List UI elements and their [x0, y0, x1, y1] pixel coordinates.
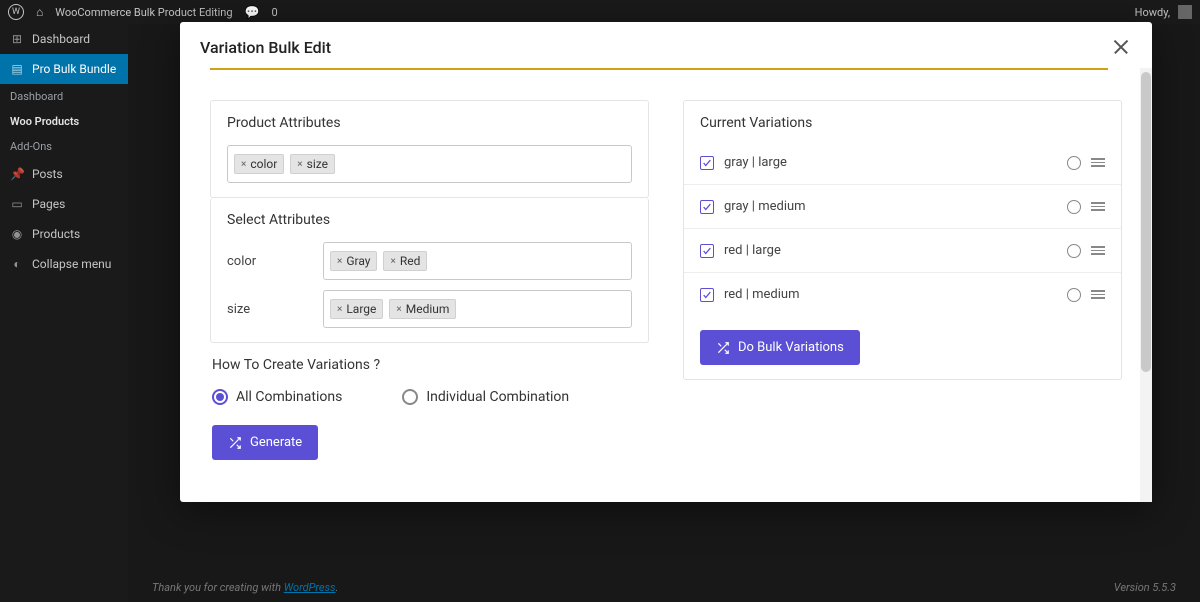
remove-tag-icon[interactable]: ×: [396, 304, 401, 315]
generate-label: Generate: [250, 435, 302, 450]
sidebar-sub-woo-products[interactable]: Woo Products: [0, 109, 128, 134]
divider: [210, 68, 1108, 70]
variation-row: red | large: [684, 228, 1121, 272]
sidebar-item-label: Products: [32, 227, 80, 241]
sidebar-item-pro-bulk-bundle[interactable]: ▤ Pro Bulk Bundle: [0, 54, 128, 84]
comment-count: 0: [271, 6, 277, 19]
variation-checkbox[interactable]: [700, 200, 714, 214]
sidebar-sub-addons[interactable]: Add-Ons: [0, 134, 128, 159]
drag-handle-icon[interactable]: [1091, 246, 1105, 255]
sidebar-item-posts[interactable]: 📌 Posts: [0, 159, 128, 189]
select-attributes-heading: Select Attributes: [227, 212, 632, 228]
sidebar-item-label: Posts: [32, 167, 63, 181]
variation-checkbox[interactable]: [700, 288, 714, 302]
attribute-label: size: [227, 302, 307, 317]
radio-icon: [212, 389, 228, 405]
remove-tag-icon[interactable]: ×: [337, 256, 342, 267]
version-label: Version 5.5.3: [1114, 581, 1176, 594]
shuffle-icon: [716, 341, 730, 355]
shuffle-icon: [228, 436, 242, 450]
variation-checkbox[interactable]: [700, 244, 714, 258]
attribute-row: color ×Gray ×Red: [227, 242, 632, 280]
drag-handle-icon[interactable]: [1091, 290, 1105, 299]
page-icon: ▭: [10, 197, 24, 211]
variation-radio[interactable]: [1067, 244, 1081, 258]
wordpress-link[interactable]: WordPress: [284, 581, 336, 594]
sidebar-item-pages[interactable]: ▭ Pages: [0, 189, 128, 219]
sidebar-item-collapse[interactable]: ◐ Collapse menu: [0, 249, 128, 279]
products-icon: ◉: [10, 227, 24, 241]
sidebar-item-products[interactable]: ◉ Products: [0, 219, 128, 249]
wordpress-logo-icon[interactable]: W: [8, 4, 24, 20]
variation-radio[interactable]: [1067, 288, 1081, 302]
footer-prefix: Thank you for creating with: [152, 581, 284, 594]
attribute-values-input[interactable]: ×Large ×Medium: [323, 290, 632, 328]
value-tag[interactable]: ×Medium: [389, 299, 456, 319]
admin-sidebar: ⊞ Dashboard ▤ Pro Bulk Bundle Dashboard …: [0, 24, 128, 602]
sidebar-item-dashboard[interactable]: ⊞ Dashboard: [0, 24, 128, 54]
comment-icon[interactable]: 💬: [245, 5, 260, 19]
do-bulk-variations-button[interactable]: Do Bulk Variations: [700, 330, 860, 365]
sidebar-sub-dashboard[interactable]: Dashboard: [0, 84, 128, 109]
remove-tag-icon[interactable]: ×: [297, 159, 302, 170]
sidebar-item-label: Dashboard: [32, 32, 90, 46]
value-tag[interactable]: ×Gray: [330, 251, 377, 271]
attribute-row: size ×Large ×Medium: [227, 290, 632, 328]
site-title[interactable]: WooCommerce Bulk Product Editing: [55, 6, 232, 19]
footer-suffix: .: [336, 581, 339, 594]
remove-tag-icon[interactable]: ×: [390, 256, 395, 267]
scrollbar-track[interactable]: [1140, 68, 1152, 502]
modal-title: Variation Bulk Edit: [200, 38, 331, 57]
creation-mode-radio[interactable]: Individual Combination: [402, 389, 569, 405]
radio-label: Individual Combination: [426, 389, 569, 405]
howdy-label[interactable]: Howdy,: [1135, 6, 1170, 19]
variation-label: gray | medium: [724, 199, 1057, 214]
current-variations-heading: Current Variations: [700, 115, 1105, 131]
variation-label: gray | large: [724, 155, 1057, 170]
radio-icon: [402, 389, 418, 405]
attribute-label: color: [227, 254, 307, 269]
admin-bar: W ⌂ WooCommerce Bulk Product Editing 💬 0…: [0, 0, 1200, 24]
remove-tag-icon[interactable]: ×: [337, 304, 342, 315]
close-button[interactable]: [1110, 36, 1132, 58]
radio-label: All Combinations: [236, 389, 342, 405]
generate-button[interactable]: Generate: [212, 425, 318, 460]
variation-row: red | medium: [684, 272, 1121, 316]
remove-tag-icon[interactable]: ×: [241, 159, 246, 170]
sidebar-item-label: Collapse menu: [32, 257, 111, 271]
bundle-icon: ▤: [10, 62, 24, 76]
product-attributes-heading: Product Attributes: [227, 115, 632, 131]
how-to-create-heading: How To Create Variations ?: [212, 357, 647, 373]
pin-icon: 📌: [10, 167, 24, 181]
creation-mode-radio[interactable]: All Combinations: [212, 389, 342, 405]
attribute-tag[interactable]: ×color: [234, 154, 284, 174]
collapse-icon: ◐: [10, 257, 24, 271]
value-tag[interactable]: ×Red: [383, 251, 427, 271]
dashboard-icon: ⊞: [10, 32, 24, 46]
drag-handle-icon[interactable]: [1091, 202, 1105, 211]
variation-bulk-edit-modal: Variation Bulk Edit Product Attributes ×…: [180, 22, 1152, 502]
value-tag[interactable]: ×Large: [330, 299, 383, 319]
product-attributes-input[interactable]: ×color ×size: [227, 145, 632, 183]
sidebar-item-label: Pro Bulk Bundle: [32, 62, 116, 76]
variation-radio[interactable]: [1067, 200, 1081, 214]
avatar[interactable]: [1178, 5, 1192, 19]
variation-radio[interactable]: [1067, 156, 1081, 170]
drag-handle-icon[interactable]: [1091, 158, 1105, 167]
scrollbar-thumb[interactable]: [1141, 72, 1151, 372]
variation-label: red | large: [724, 243, 1057, 258]
variation-label: red | medium: [724, 287, 1057, 302]
attribute-values-input[interactable]: ×Gray ×Red: [323, 242, 632, 280]
variation-row: gray | large: [684, 141, 1121, 184]
sidebar-item-label: Pages: [32, 197, 65, 211]
do-bulk-label: Do Bulk Variations: [738, 340, 844, 355]
home-icon[interactable]: ⌂: [36, 5, 43, 19]
variation-row: gray | medium: [684, 184, 1121, 228]
variation-checkbox[interactable]: [700, 156, 714, 170]
admin-footer: Thank you for creating with WordPress. V…: [128, 572, 1200, 602]
attribute-tag[interactable]: ×size: [290, 154, 335, 174]
